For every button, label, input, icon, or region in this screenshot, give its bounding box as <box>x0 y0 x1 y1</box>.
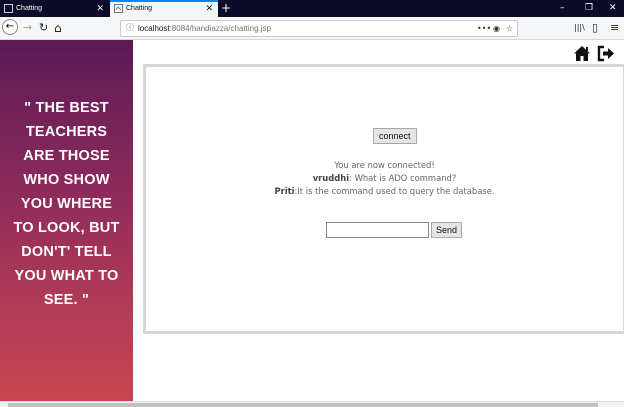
chat-panel: connect You are now connected! vruddhi: … <box>143 64 624 334</box>
url-text[interactable]: localhost:8084/handiazza/chatting.jsp <box>138 21 271 36</box>
page-info-icon[interactable]: ⓘ <box>126 22 134 33</box>
tab-close-icon[interactable]: ✕ <box>96 0 104 17</box>
back-icon[interactable]: ← <box>2 19 18 35</box>
quote-sidebar: " THE BEST TEACHERS ARE THOSE WHO SHOW Y… <box>0 40 133 404</box>
page-favicon-icon <box>114 4 123 13</box>
chat-message: Priti:It is the command used to query th… <box>146 185 623 198</box>
chat-messages: You are now connected! vruddhi: What is … <box>146 159 623 198</box>
bookmark-star-icon[interactable]: ☆ <box>506 21 513 36</box>
quote-line: " THE BEST <box>24 100 109 116</box>
app-menu-icon[interactable]: ≡ <box>610 17 619 39</box>
address-bar[interactable]: ⓘ localhost:8084/handiazza/chatting.jsp … <box>120 20 518 37</box>
tab-title: Chatting <box>16 5 43 12</box>
quote-text: " THE BEST TEACHERS ARE THOSE WHO SHOW Y… <box>4 96 129 312</box>
tab-chatting-1[interactable]: Chatting ✕ <box>0 0 109 17</box>
page-actions-icon[interactable]: ••• <box>477 21 491 36</box>
pocket-icon[interactable]: ◉ <box>493 21 500 36</box>
new-tab-icon[interactable]: + <box>221 0 231 16</box>
logout-icon[interactable] <box>597 45 615 62</box>
send-button[interactable]: Send <box>431 222 463 238</box>
quote-line: TO LOOK, BUT <box>13 220 120 236</box>
connect-button[interactable]: connect <box>373 128 417 144</box>
quote-line: TEACHERS <box>25 124 108 140</box>
quote-line: WHO SHOW <box>23 172 110 188</box>
forward-icon[interactable]: → <box>23 17 32 39</box>
library-icon[interactable]: |||\ <box>574 17 585 39</box>
home-button-icon[interactable]: ⌂ <box>54 17 62 39</box>
home-icon[interactable] <box>573 45 591 62</box>
horizontal-scrollbar[interactable] <box>0 401 624 407</box>
message-input[interactable] <box>326 222 429 238</box>
tab-strip: Chatting ✕ Chatting ✕ + – ❐ ✕ <box>0 0 624 17</box>
navigation-toolbar: ← → ↻ ⌂ ⓘ localhost:8084/handiazza/chatt… <box>0 17 624 40</box>
reload-icon[interactable]: ↻ <box>39 17 48 39</box>
chat-message: vruddhi: What is ADO command? <box>146 172 623 185</box>
message-text: It is the command used to query the data… <box>297 186 495 196</box>
tab-title: Chatting <box>126 5 153 12</box>
scrollbar-thumb[interactable] <box>8 403 598 407</box>
tab-close-icon[interactable]: ✕ <box>205 0 213 17</box>
minimize-icon[interactable]: – <box>560 0 565 17</box>
quote-line: YOU WHAT TO <box>14 268 119 284</box>
sidebar-toggle-icon[interactable]: ▯ <box>592 17 598 39</box>
page-favicon-icon <box>4 4 13 13</box>
quote-line: SEE. " <box>43 292 90 308</box>
quote-line: DON'T' TELL <box>21 244 112 260</box>
tab-chatting-2-active[interactable]: Chatting ✕ <box>110 0 218 17</box>
close-window-icon[interactable]: ✕ <box>609 0 617 17</box>
message-user: vruddhi <box>312 173 350 183</box>
message-user: Priti <box>274 186 295 196</box>
quote-line: ARE THOSE <box>23 148 110 164</box>
message-text: What is ADO command? <box>354 173 457 183</box>
connection-status: You are now connected! <box>334 160 435 170</box>
quote-line: YOU WHERE <box>20 196 113 212</box>
restore-icon[interactable]: ❐ <box>585 0 593 17</box>
